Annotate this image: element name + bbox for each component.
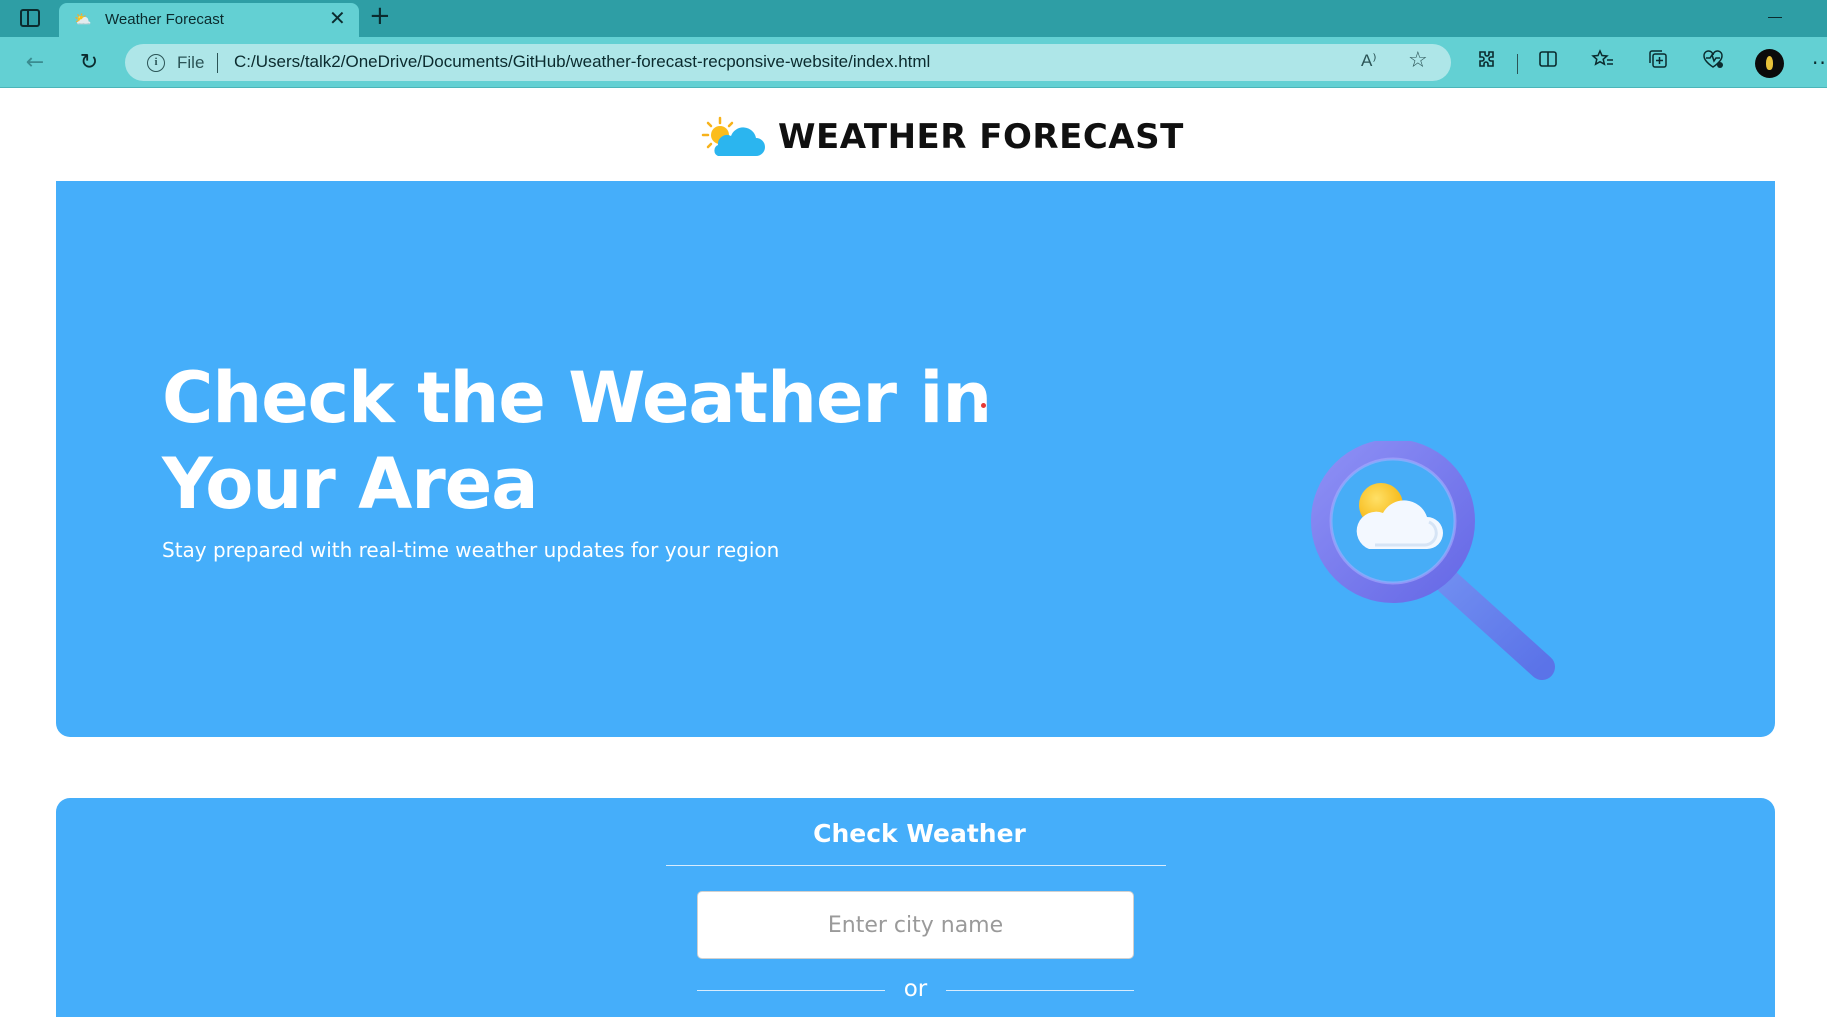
tab-actions-icon[interactable] xyxy=(20,9,40,27)
or-divider-text: or xyxy=(903,976,928,1002)
browser-tab-weather-forecast[interactable]: ⛅ Weather Forecast ✕ xyxy=(59,3,359,37)
sun-cloud-favicon-icon: ⛅ xyxy=(74,12,92,28)
protocol-label: File xyxy=(177,53,205,72)
address-separator xyxy=(217,53,218,73)
toolbar-separator xyxy=(1517,54,1518,74)
collections-icon[interactable] xyxy=(1643,48,1673,78)
site-header: WEATHER FORECAST xyxy=(700,112,1184,162)
site-info-icon[interactable]: i xyxy=(147,54,165,72)
or-divider-line-right xyxy=(946,990,1134,991)
read-aloud-icon[interactable]: A⁾ xyxy=(1361,51,1377,71)
new-tab-icon[interactable]: + xyxy=(369,3,391,29)
check-weather-section: Check Weather or xyxy=(56,798,1775,1017)
profile-avatar[interactable] xyxy=(1755,49,1784,78)
close-tab-icon[interactable]: ✕ xyxy=(329,8,346,28)
extensions-icon[interactable] xyxy=(1471,48,1501,78)
city-name-input[interactable] xyxy=(697,891,1134,959)
hero-title: Check the Weather in Your Area xyxy=(162,357,992,525)
hero-subtitle: Stay prepared with real-time weather upd… xyxy=(162,538,780,562)
address-url[interactable]: C:/Users/talk2/OneDrive/Documents/GitHub… xyxy=(234,52,930,72)
web-page: WEATHER FORECAST Check the Weather in Yo… xyxy=(0,89,1827,1017)
favorite-star-icon[interactable]: ☆ xyxy=(1408,48,1428,73)
reload-icon[interactable]: ↻ xyxy=(72,46,106,80)
split-screen-icon[interactable] xyxy=(1533,48,1563,78)
hero-banner: Check the Weather in Your Area Stay prep… xyxy=(56,181,1775,737)
favorites-icon[interactable] xyxy=(1588,48,1618,78)
browser-tab-bar: ⛅ Weather Forecast ✕ + xyxy=(0,0,1827,37)
minimize-window-icon[interactable] xyxy=(1768,17,1782,18)
decorative-dot xyxy=(981,403,986,408)
browser-essentials-icon[interactable] xyxy=(1698,48,1728,78)
more-options-icon[interactable]: ··· xyxy=(1812,51,1827,75)
tab-title: Weather Forecast xyxy=(105,11,224,28)
site-brand-name[interactable]: WEATHER FORECAST xyxy=(778,117,1184,157)
sun-cloud-logo-icon xyxy=(700,114,766,160)
title-divider xyxy=(666,865,1166,866)
address-bar[interactable]: i File C:/Users/talk2/OneDrive/Documents… xyxy=(125,44,1451,81)
check-weather-title: Check Weather xyxy=(813,819,1026,848)
or-divider: or xyxy=(697,976,1134,1006)
magnifier-weather-illustration-icon xyxy=(1281,439,1571,701)
back-arrow-icon[interactable]: ← xyxy=(18,46,52,80)
browser-toolbar: ← ↻ i File C:/Users/talk2/OneDrive/Docum… xyxy=(0,37,1827,88)
